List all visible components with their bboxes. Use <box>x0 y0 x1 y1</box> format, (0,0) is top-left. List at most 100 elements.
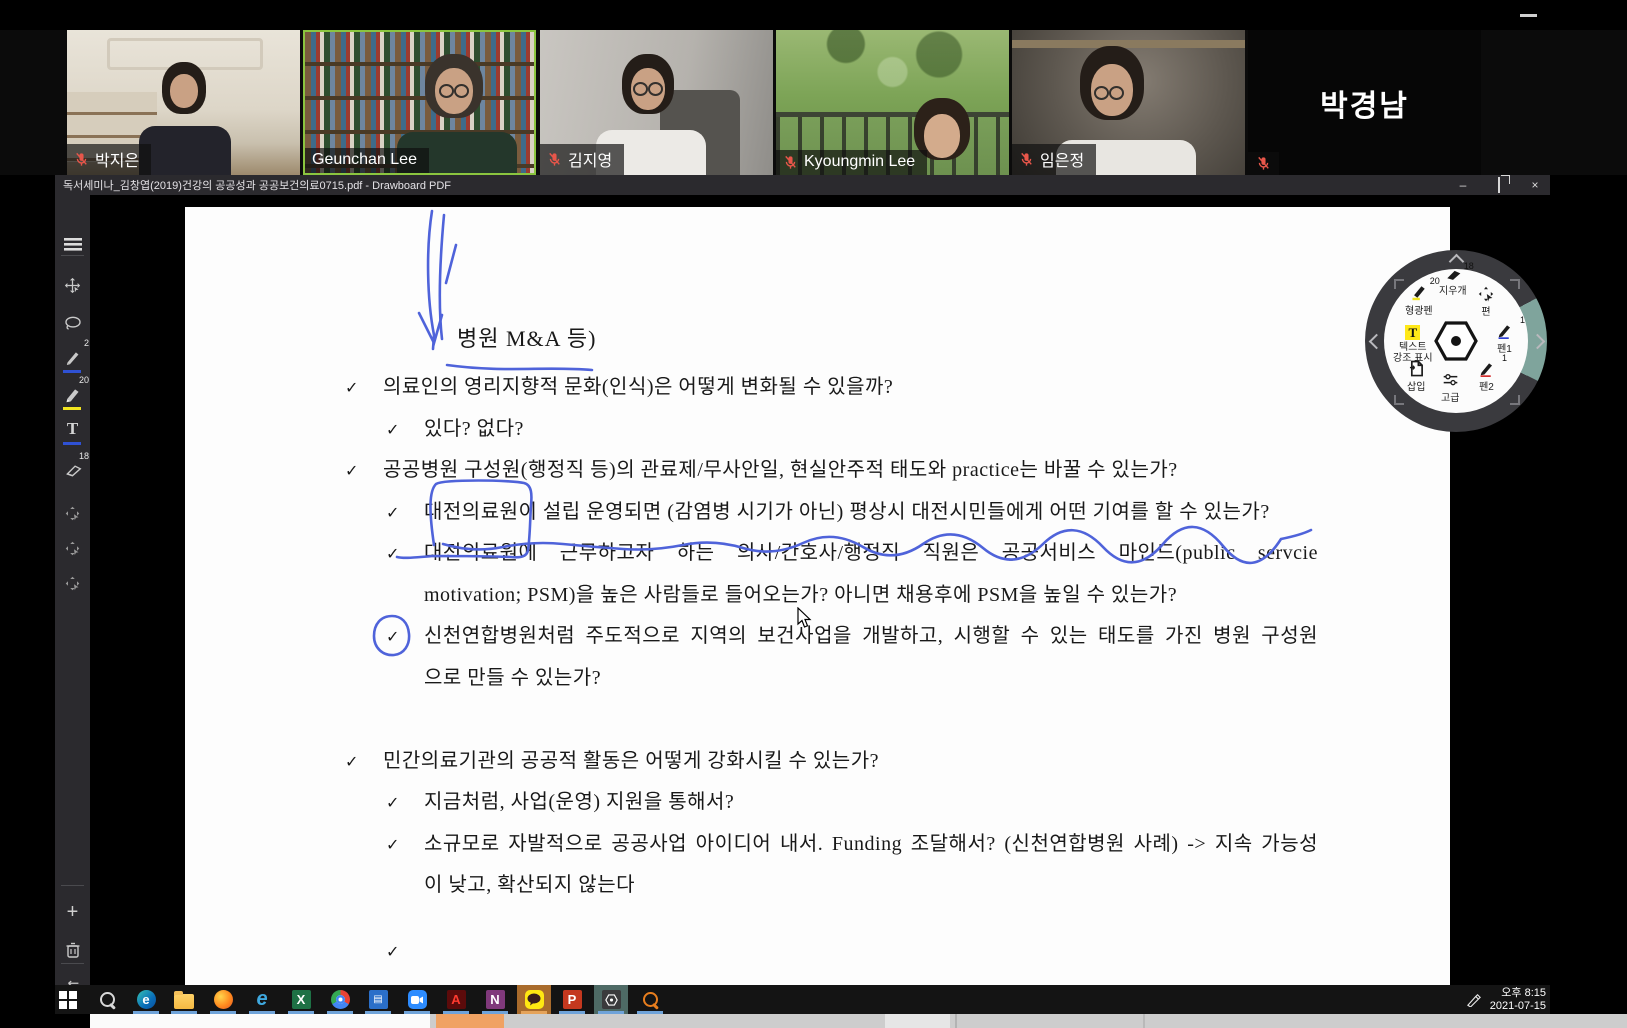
zoom-meeting-screen: 박지은 Geunchan Lee <box>0 0 1627 1028</box>
document-line: 으로 만들 수 있는가? <box>185 658 1450 700</box>
taskbar-item-search[interactable] <box>90 985 124 1014</box>
taskbar-item-firefox[interactable] <box>206 985 240 1014</box>
trash-icon[interactable] <box>55 937 90 963</box>
lasso-tool-icon[interactable] <box>55 310 90 336</box>
ink-arrow-shaft <box>428 211 434 349</box>
excel-icon: X <box>292 990 311 1009</box>
taskbar-item-acrobat[interactable]: A <box>439 985 473 1014</box>
taskbar-item-internet-explorer[interactable]: e <box>245 985 279 1014</box>
add-page-plus-icon[interactable]: + <box>55 899 90 925</box>
taskbar-item-windows-start[interactable] <box>51 985 85 1014</box>
zoom-app-icon <box>408 990 427 1009</box>
menu-hamburger-icon[interactable] <box>55 231 90 257</box>
pen-tool-icon[interactable]: 2 <box>55 344 90 370</box>
taskbar-item-file-explorer[interactable] <box>167 985 201 1014</box>
video-tile-kyoungmin-lee[interactable]: Kyoungmin Lee <box>776 30 1009 175</box>
participant-name: 김지영 <box>568 147 612 171</box>
taskbar-item-drawboard-pdf[interactable] <box>594 985 628 1014</box>
highlighter-color-bar <box>63 407 81 410</box>
viewer-taskbar-divider <box>1143 1014 1145 1028</box>
document-line-text: 신천연합병원처럼 주도적으로 지역의 보건사업을 개발하고, 시행할 수 있는 … <box>424 616 1318 658</box>
viewer-taskbar-segment <box>90 1014 430 1028</box>
radial-item-pan[interactable]: 편 <box>1478 286 1494 318</box>
zoom-minimize-button[interactable] <box>1520 14 1537 17</box>
radial-item-eraser[interactable]: 18 지우개 <box>1439 268 1467 297</box>
taskbar-item-excel[interactable]: X <box>284 985 318 1014</box>
toolbar-divider <box>61 885 84 886</box>
system-tray[interactable]: 오후 8:15 2021-07-15 <box>1466 985 1546 1014</box>
pdf-titlebar[interactable]: 독서세미나_김창엽(2019)건강의 공공성과 공공보건의료0715.pdf -… <box>55 175 1550 195</box>
radial-item-text-highlight[interactable]: T 텍스트 강조 표시 <box>1393 324 1433 364</box>
document-line-text: 대전의료원에 근무하고자 하는 의사/간호사/행정직 직원은 공공서비스 마인드… <box>424 533 1318 575</box>
ring-corner-mark <box>1394 395 1404 405</box>
window-restore-button[interactable] <box>1492 178 1506 192</box>
window-minimize-button[interactable]: – <box>1456 178 1470 192</box>
move-select-tool-icon[interactable] <box>55 500 90 526</box>
pdf-canvas[interactable]: 병원 M&A 등) ✓의료인의 영리지향적 문화(인식)은 어떻게 변화될 수 … <box>90 195 1550 1014</box>
taskbar-item-onenote[interactable]: N <box>478 985 512 1014</box>
move-select-tool-icon[interactable] <box>55 272 90 298</box>
muted-mic-icon <box>74 152 89 167</box>
radial-item-insert[interactable]: 삽입 <box>1407 360 1425 393</box>
document-line-text: 지금처럼, 사업(운영) 지원을 통해서? <box>424 791 734 813</box>
taskbar-item-edge[interactable]: e <box>129 985 163 1014</box>
text-tool-icon[interactable]: T <box>55 416 90 442</box>
participant-name-tag: 박지은 <box>67 144 151 175</box>
radial-item-label: 편 <box>1478 307 1494 318</box>
radial-item-advanced[interactable]: 고급 <box>1441 373 1459 404</box>
viewer-own-taskbar-strip <box>90 1014 1627 1028</box>
radial-item-pen2[interactable]: 1 펜2 <box>1478 360 1495 393</box>
muted-mic-icon <box>547 152 562 167</box>
video-tile-parkkyoungnam[interactable]: 박경남 <box>1248 30 1481 175</box>
blue-document-icon: ▤ <box>369 990 388 1009</box>
participant-name-tag: 임은정 <box>1012 144 1096 175</box>
taskbar-item-zoom[interactable] <box>400 985 434 1014</box>
pan-move-icon <box>1478 286 1494 307</box>
taskbar-item-magnifier[interactable] <box>633 985 667 1014</box>
checkmark: ✓ <box>386 533 400 575</box>
radial-item-highlighter[interactable]: 20 형광펜 <box>1405 283 1433 317</box>
drawboard-pdf-icon <box>602 990 621 1009</box>
radial-item-pen1[interactable]: 1 펜1 <box>1496 322 1513 355</box>
document-line-text: 이 낮고, 확산되지 않는다 <box>424 874 635 896</box>
taskbar-item-hancom-doc[interactable]: ▤ <box>361 985 395 1014</box>
pen-color-bar <box>63 370 81 373</box>
viewer-taskbar-highlight-segment <box>436 1014 504 1028</box>
taskbar-item-kakaotalk[interactable] <box>517 985 551 1014</box>
taskbar-clock[interactable]: 오후 8:15 2021-07-15 <box>1490 987 1546 1013</box>
pdf-page[interactable]: 병원 M&A 등) ✓의료인의 영리지향적 문화(인식)은 어떻게 변화될 수 … <box>185 207 1450 985</box>
onenote-icon: N <box>486 990 505 1009</box>
window-close-button[interactable]: × <box>1528 178 1542 192</box>
document-line: ✓신천연합병원처럼 주도적으로 지역의 보건사업을 개발하고, 시행할 수 있는… <box>185 616 1450 658</box>
checkmark: ✓ <box>386 492 400 534</box>
checkmark: ✓ <box>386 931 400 973</box>
document-line: ✓ <box>185 931 1450 973</box>
highlighter-icon: 20 <box>1410 283 1428 306</box>
taskbar-item-chrome[interactable] <box>323 985 357 1014</box>
participant-name: Geunchan Lee <box>312 151 417 169</box>
move-select-tool-icon[interactable] <box>55 570 90 596</box>
participant-name-tag: Geunchan Lee <box>305 148 429 173</box>
drawboard-pdf-window: 독서세미나_김창엽(2019)건강의 공공성과 공공보건의료0715.pdf -… <box>55 175 1550 1014</box>
video-tile-parkjieun[interactable]: 박지은 <box>67 30 300 175</box>
pen2-badge: 1 <box>1502 353 1507 363</box>
document-line: motivation; PSM)을 높은 사람들로 들어오는가? 아니면 채용후… <box>185 575 1450 617</box>
move-select-tool-icon[interactable] <box>55 535 90 561</box>
video-tile-geunchan-lee[interactable]: Geunchan Lee <box>303 30 536 175</box>
video-tile-kimjiyoung[interactable]: 김지영 <box>540 30 773 175</box>
pen1-icon: 1 <box>1496 322 1513 344</box>
eraser-badge: 18 <box>1464 261 1474 271</box>
radial-tool-menu[interactable]: 20 형광펜 18 지우개 편 <box>1365 250 1547 432</box>
stylus-pen-tray-icon <box>1466 993 1482 1007</box>
radial-item-label: 지우개 <box>1439 286 1467 297</box>
participant-name-tag: Kyoungmin Lee <box>776 150 927 175</box>
taskbar-item-powerpoint[interactable]: P <box>555 985 589 1014</box>
document-line: ✓ 대전의료원에 근무하고자 하는 의사/간호사/행정직 직원은 공공서비스 마인… <box>185 533 1450 575</box>
powerpoint-icon: P <box>563 990 582 1009</box>
radial-center-hexagon-icon[interactable] <box>1433 320 1479 367</box>
video-tile-imeunjeong[interactable]: 임은정 <box>1012 30 1245 175</box>
document-line-text: 으로 만들 수 있는가? <box>424 667 601 689</box>
eraser-tool-icon[interactable]: 18 <box>55 457 90 483</box>
highlighter-tool-icon[interactable]: 20 <box>55 381 90 407</box>
ink-arrow-flick <box>446 245 456 283</box>
